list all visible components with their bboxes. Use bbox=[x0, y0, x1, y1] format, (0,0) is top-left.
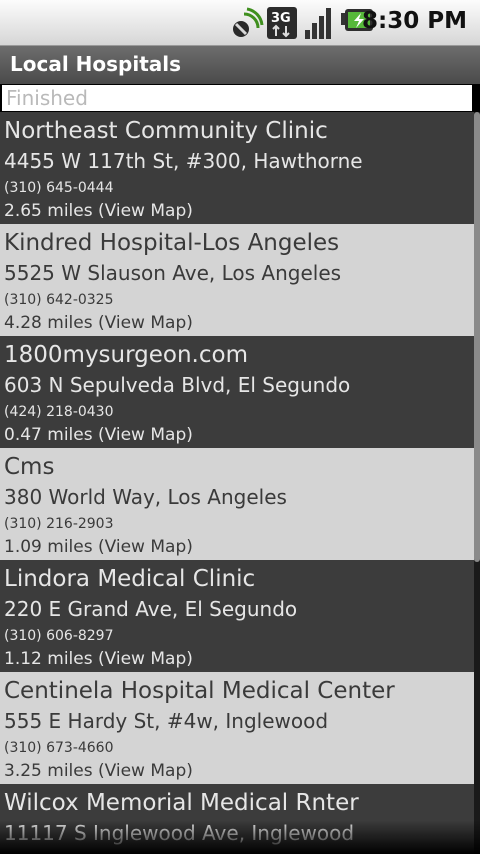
view-map-link[interactable]: 3.25 miles (View Map) bbox=[4, 760, 193, 782]
hospital-phone[interactable]: (310) 673-4660 bbox=[4, 738, 114, 758]
list-item[interactable]: Lindora Medical Clinic 220 E Grand Ave, … bbox=[0, 560, 474, 672]
list-item[interactable]: Kindred Hospital-Los Angeles 5525 W Slau… bbox=[0, 224, 474, 336]
hospital-phone[interactable]: (310) 216-2903 bbox=[4, 514, 114, 534]
hospital-phone[interactable]: (424) 218-0430 bbox=[4, 402, 114, 422]
progress-indicator: Finished bbox=[2, 85, 472, 111]
hospital-name: Kindred Hospital-Los Angeles bbox=[4, 230, 340, 256]
hospital-phone[interactable]: (310) 642-0325 bbox=[4, 290, 114, 310]
view-map-link[interactable]: 0.47 miles (View Map) bbox=[4, 424, 193, 446]
list-item[interactable]: Northeast Community Clinic 4455 W 117th … bbox=[0, 112, 474, 224]
list-scrollbar[interactable] bbox=[474, 112, 480, 854]
hospital-address: 603 N Sepulveda Blvd, El Segundo bbox=[4, 373, 351, 397]
hospital-name: 1800mysurgeon.com bbox=[4, 342, 248, 368]
hospital-address: 5525 W Slauson Ave, Los Angeles bbox=[4, 261, 342, 285]
hospital-name: Lindora Medical Clinic bbox=[4, 566, 256, 592]
hospital-name: Wilcox Memorial Medical Rnter bbox=[4, 790, 359, 816]
hospital-address: 555 E Hardy St, #4w, Inglewood bbox=[4, 709, 329, 733]
status-bar: 3G 8:30 PM bbox=[0, 0, 480, 46]
hospital-name: Cms bbox=[4, 454, 55, 480]
progress-status-text: Finished bbox=[6, 86, 88, 110]
list-item[interactable]: Wilcox Memorial Medical Rnter 11117 S In… bbox=[0, 784, 474, 854]
scrollbar-thumb[interactable] bbox=[474, 112, 480, 562]
app-title: Local Hospitals bbox=[10, 52, 182, 76]
hospital-phone[interactable]: (310) 606-8297 bbox=[4, 626, 114, 646]
view-map-link[interactable]: 1.09 miles (View Map) bbox=[4, 536, 193, 558]
hospital-list[interactable]: Northeast Community Clinic 4455 W 117th … bbox=[0, 112, 474, 854]
app-title-bar: Local Hospitals bbox=[0, 46, 480, 84]
signal-icon bbox=[303, 6, 335, 44]
list-item[interactable]: 1800mysurgeon.com 603 N Sepulveda Blvd, … bbox=[0, 336, 474, 448]
list-item[interactable]: Centinela Hospital Medical Center 555 E … bbox=[0, 672, 474, 784]
network-3g-icon: 3G bbox=[266, 6, 298, 44]
sync-icon bbox=[230, 6, 264, 44]
hospital-address: 4455 W 117th St, #300, Hawthorne bbox=[4, 149, 363, 173]
list-item[interactable]: Cms 380 World Way, Los Angeles (310) 216… bbox=[0, 448, 474, 560]
network-3g-label: 3G bbox=[271, 11, 291, 26]
hospital-address: 220 E Grand Ave, El Segundo bbox=[4, 597, 298, 621]
hospital-address: 11117 S Inglewood Ave, Inglewood bbox=[4, 821, 355, 845]
view-map-link[interactable]: 4.28 miles (View Map) bbox=[4, 312, 193, 334]
status-clock: 8:30 PM bbox=[362, 8, 467, 34]
hospital-name: Centinela Hospital Medical Center bbox=[4, 678, 395, 704]
view-map-link[interactable]: 1.12 miles (View Map) bbox=[4, 648, 193, 670]
hospital-phone[interactable]: (310) 645-0444 bbox=[4, 178, 114, 198]
hospital-name: Northeast Community Clinic bbox=[4, 118, 328, 144]
progress-row: Finished bbox=[0, 84, 480, 112]
hospital-address: 380 World Way, Los Angeles bbox=[4, 485, 287, 509]
view-map-link[interactable]: 2.65 miles (View Map) bbox=[4, 200, 193, 222]
